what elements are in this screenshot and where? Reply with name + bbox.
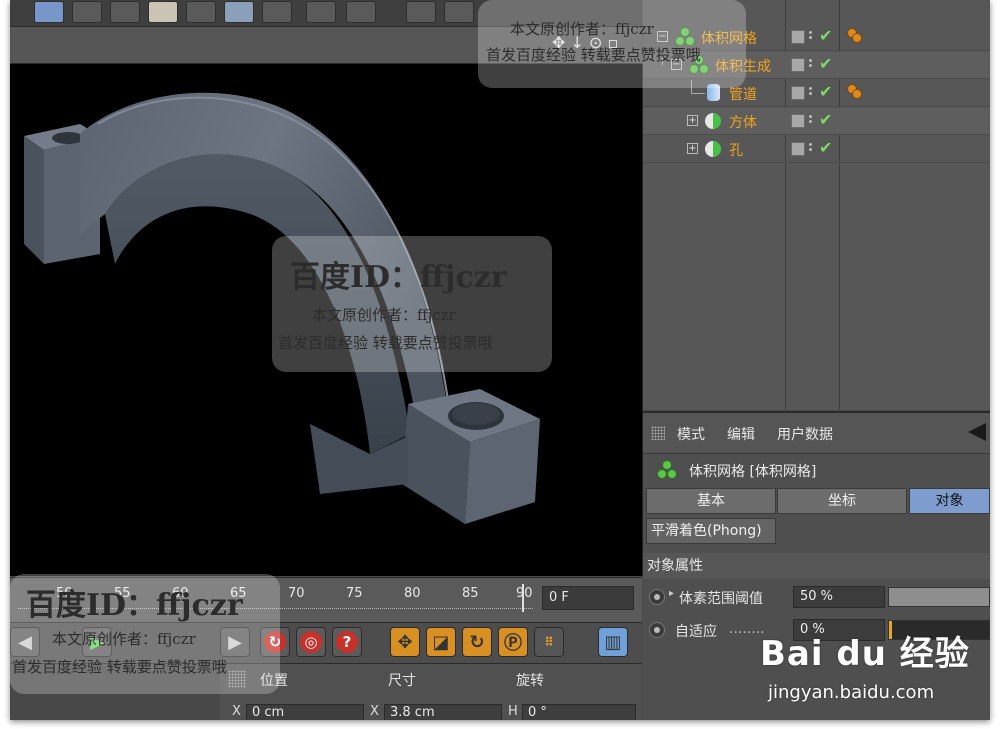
hole-icon <box>705 141 721 157</box>
voxel-threshold-row: ▸ 体素范围阈值 50 % <box>643 583 990 613</box>
tick-label: 85 <box>462 586 479 601</box>
menu-edit[interactable]: 编辑 <box>727 424 755 444</box>
bend-tool-icon[interactable] <box>72 1 102 23</box>
menu-user-data[interactable]: 用户数据 <box>777 424 833 444</box>
voxel-threshold-label: 体素范围阈值 <box>679 591 763 607</box>
editor-visibility-icon[interactable] <box>791 142 805 156</box>
rotate-key-icon[interactable]: ↻ <box>462 627 492 657</box>
object-properties-header: 对象属性 <box>643 553 990 579</box>
tick-label: 90 <box>516 586 533 601</box>
tab-basic[interactable]: 基本 <box>646 488 776 514</box>
coordinate-manager: 位置 尺寸 旋转 X 0 cm X 3.8 cm H 0 ° <box>220 663 642 720</box>
watermark-backdrop <box>272 236 552 372</box>
enabled-check-icon[interactable]: ✔ <box>819 26 832 45</box>
material-tool-icon[interactable] <box>444 1 474 23</box>
spline-tool-icon[interactable] <box>110 1 140 23</box>
point-level-icon[interactable]: ⠿ <box>534 627 564 657</box>
tab-coord[interactable]: 坐标 <box>777 488 907 514</box>
watermark-backdrop <box>478 0 746 88</box>
export-tool-icon[interactable] <box>346 1 376 23</box>
editor-visibility-icon[interactable] <box>791 114 805 128</box>
coord-label: X <box>232 704 241 719</box>
coord-label: H <box>508 704 518 719</box>
expand-triangle-icon[interactable]: ▸ <box>669 588 674 599</box>
coord-row: X 0 cm X 3.8 cm H 0 ° <box>220 704 642 720</box>
light-tool-icon[interactable] <box>306 1 336 23</box>
size-x-field[interactable]: 3.8 cm <box>384 704 502 720</box>
baidu-logo-text: Bai du 经验 <box>760 634 970 674</box>
editor-visibility-icon[interactable] <box>791 86 805 100</box>
tick-label: 80 <box>404 586 421 601</box>
object-name[interactable]: 孔 <box>729 140 743 160</box>
cube-icon <box>705 113 721 129</box>
attribute-tabs: 基本 坐标 对象 <box>643 488 990 516</box>
autokey-icon[interactable]: ◎ <box>296 627 326 657</box>
rotation-header: 旋转 <box>516 673 544 689</box>
editor-visibility-icon[interactable] <box>791 58 805 72</box>
timeline-film-icon[interactable]: ▥ <box>598 627 628 657</box>
coord-label: X <box>370 704 379 719</box>
rotation-h-field[interactable]: 0 ° <box>522 704 636 720</box>
deformer-tool-icon[interactable] <box>186 1 216 23</box>
volume-mesher-icon <box>657 460 677 480</box>
editor-visibility-icon[interactable] <box>791 30 805 44</box>
cube-tool-icon[interactable] <box>34 1 64 23</box>
playhead[interactable] <box>522 584 524 612</box>
animate-radio-icon[interactable] <box>649 622 665 638</box>
scene-tool-icon[interactable] <box>224 1 254 23</box>
grip-icon <box>651 426 665 440</box>
baidu-url-text: jingyan.baidu.com <box>768 682 935 703</box>
enabled-check-icon[interactable]: ✔ <box>819 82 832 101</box>
voxel-threshold-field[interactable]: 50 % <box>793 586 885 608</box>
size-header: 尺寸 <box>388 673 416 689</box>
render-visibility-icon[interactable] <box>809 141 815 155</box>
watermark-backdrop <box>10 574 280 694</box>
render-visibility-icon[interactable] <box>809 57 815 71</box>
voxel-threshold-slider[interactable] <box>888 587 990 607</box>
attribute-menu-bar: 模式 编辑 用户数据 <box>643 413 990 454</box>
object-name[interactable]: 方体 <box>729 112 757 132</box>
render-visibility-icon[interactable] <box>809 29 815 43</box>
help-icon[interactable]: ? <box>332 627 362 657</box>
back-arrow-icon[interactable] <box>968 423 986 441</box>
camera-tool-icon[interactable] <box>262 1 292 23</box>
tick-label: 75 <box>346 586 363 601</box>
render-tool-icon[interactable] <box>406 1 436 23</box>
attribute-title-bar: 体积网格 [体积网格] <box>643 454 990 486</box>
tab-object[interactable]: 对象 <box>909 488 990 514</box>
tick-label: 70 <box>288 586 305 601</box>
expand-icon[interactable]: + <box>687 143 698 154</box>
param-key-icon[interactable]: Ⓟ <box>498 627 528 657</box>
object-row-cube[interactable]: + 方体 ✔ <box>643 108 990 135</box>
object-row-hole[interactable]: + 孔 ✔ <box>643 136 990 163</box>
move-key-icon[interactable]: ✥ <box>390 627 420 657</box>
enabled-check-icon[interactable]: ✔ <box>819 138 832 157</box>
nurbs-tool-icon[interactable] <box>148 1 178 23</box>
menu-mode[interactable]: 模式 <box>677 424 705 444</box>
baidu-jingyan-logo: Bai du 经验 jingyan.baidu.com <box>760 626 980 711</box>
render-visibility-icon[interactable] <box>809 113 815 127</box>
position-x-field[interactable]: 0 cm <box>246 704 364 720</box>
tab-phong[interactable]: 平滑着色(Phong) <box>646 518 776 544</box>
enabled-check-icon[interactable]: ✔ <box>819 110 832 129</box>
enabled-check-icon[interactable]: ✔ <box>819 54 832 73</box>
tree-line <box>691 93 705 94</box>
adaptive-label: 自适应 <box>675 624 717 640</box>
attribute-title: 体积网格 [体积网格] <box>689 464 817 480</box>
current-frame-field[interactable]: 0 F <box>542 586 634 610</box>
animate-radio-icon[interactable] <box>649 589 665 605</box>
render-visibility-icon[interactable] <box>809 85 815 99</box>
expand-icon[interactable]: + <box>687 115 698 126</box>
scale-key-icon[interactable]: ◪ <box>426 627 456 657</box>
